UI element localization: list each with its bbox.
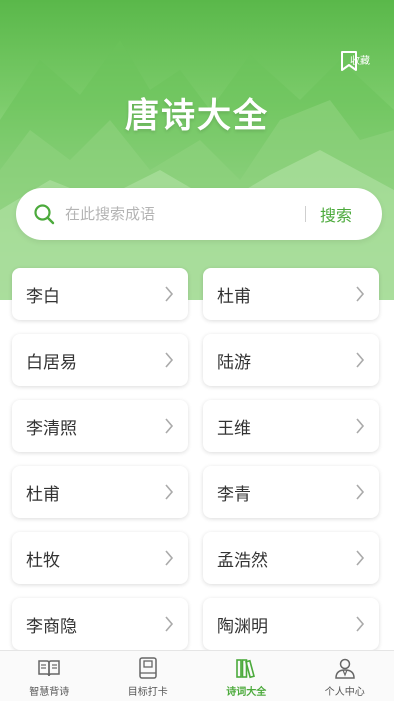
- poet-name: 李青: [217, 480, 251, 505]
- search-icon: [33, 203, 55, 225]
- search-button[interactable]: 搜索: [320, 202, 352, 226]
- poet-card[interactable]: 李商隐: [12, 598, 188, 650]
- poet-name: 李白: [26, 282, 60, 307]
- poet-card[interactable]: 陆游: [203, 334, 379, 386]
- poet-card[interactable]: 李清照: [12, 400, 188, 452]
- mountain-background: [0, 0, 394, 300]
- bookmark-button[interactable]: 收藏: [340, 50, 380, 67]
- poet-card[interactable]: 李白: [12, 268, 188, 320]
- search-divider: [305, 206, 306, 222]
- tab-label: 个人中心: [325, 683, 365, 698]
- tab-label: 诗词大全: [226, 683, 266, 698]
- poet-name: 杜甫: [217, 282, 251, 307]
- chevron-right-icon: [164, 286, 174, 302]
- poet-name: 杜牧: [26, 546, 60, 571]
- poet-card[interactable]: 王维: [203, 400, 379, 452]
- chevron-right-icon: [355, 616, 365, 632]
- poet-name: 李清照: [26, 414, 77, 439]
- poet-card[interactable]: 白居易: [12, 334, 188, 386]
- chevron-right-icon: [355, 286, 365, 302]
- tab-goal-checkin[interactable]: 目标打卡: [99, 651, 198, 701]
- poet-card[interactable]: 杜牧: [12, 532, 188, 584]
- search-bar: 搜索: [16, 188, 382, 240]
- notebook-icon: [136, 656, 160, 680]
- poet-name: 李商隐: [26, 612, 77, 637]
- chevron-right-icon: [355, 484, 365, 500]
- hero-banner: 收藏 唐诗大全: [0, 0, 394, 300]
- tab-poetry-collection[interactable]: 诗词大全: [197, 651, 296, 701]
- poet-name: 孟浩然: [217, 546, 268, 571]
- poet-name: 白居易: [26, 348, 77, 373]
- book-open-icon: [37, 656, 61, 680]
- chevron-right-icon: [164, 616, 174, 632]
- chevron-right-icon: [355, 550, 365, 566]
- chevron-right-icon: [355, 418, 365, 434]
- bottom-tab-bar: 智慧背诗 目标打卡 诗词大全 个人中心: [0, 650, 394, 701]
- poet-card[interactable]: 杜甫: [12, 466, 188, 518]
- poet-card[interactable]: 孟浩然: [203, 532, 379, 584]
- tab-label: 智慧背诗: [29, 683, 69, 698]
- chevron-right-icon: [164, 550, 174, 566]
- poet-name: 杜甫: [26, 480, 60, 505]
- chevron-right-icon: [164, 484, 174, 500]
- chevron-right-icon: [355, 352, 365, 368]
- poet-name: 王维: [217, 414, 251, 439]
- search-input[interactable]: [63, 204, 297, 224]
- tab-smart-recite[interactable]: 智慧背诗: [0, 651, 99, 701]
- chevron-right-icon: [164, 418, 174, 434]
- tab-profile[interactable]: 个人中心: [296, 651, 394, 701]
- poet-card[interactable]: 李青: [203, 466, 379, 518]
- poet-name: 陶渊明: [217, 612, 268, 637]
- poet-card[interactable]: 杜甫: [203, 268, 379, 320]
- page-title: 唐诗大全: [0, 88, 394, 137]
- tab-label: 目标打卡: [128, 683, 168, 698]
- books-icon: [234, 656, 258, 680]
- poet-card[interactable]: 陶渊明: [203, 598, 379, 650]
- chevron-right-icon: [164, 352, 174, 368]
- bookmark-icon: [340, 50, 358, 72]
- user-icon: [333, 656, 357, 680]
- poet-name: 陆游: [217, 348, 251, 373]
